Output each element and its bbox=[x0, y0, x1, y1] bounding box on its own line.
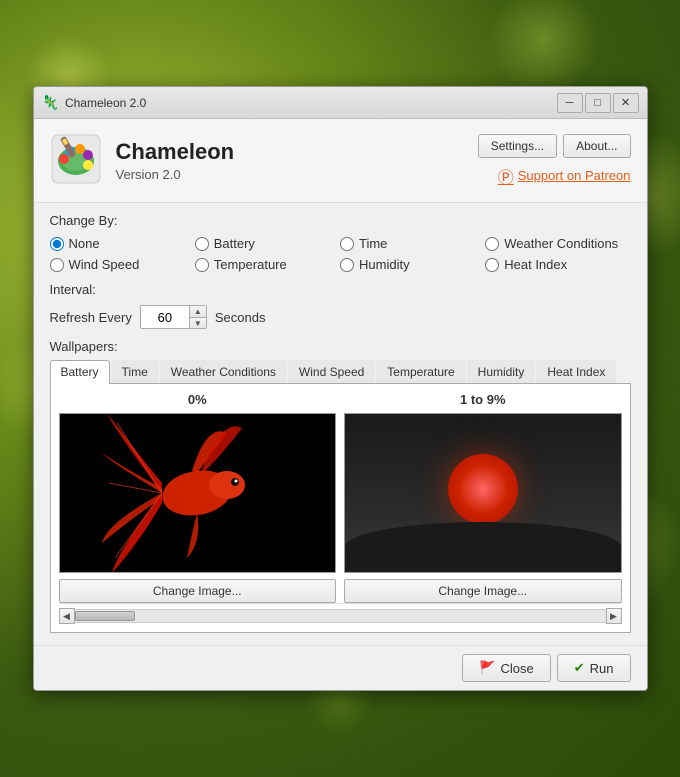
refresh-label: Refresh Every bbox=[50, 310, 132, 325]
run-button[interactable]: ✔ Run bbox=[557, 654, 631, 682]
app-version: Version 2.0 bbox=[116, 167, 464, 182]
title-bar: 🦎 Chameleon 2.0 ─ □ ✕ bbox=[34, 87, 647, 119]
radio-heat[interactable]: Heat Index bbox=[485, 257, 630, 272]
close-label: Close bbox=[500, 661, 533, 676]
tab-heat[interactable]: Heat Index bbox=[536, 360, 616, 383]
tab-weather[interactable]: Weather Conditions bbox=[160, 360, 287, 383]
horizon-hill bbox=[345, 522, 621, 572]
footer: 🚩 Close ✔ Run bbox=[34, 645, 647, 690]
tab-wind[interactable]: Wind Speed bbox=[288, 360, 375, 383]
titlebar-icon: 🦎 bbox=[42, 94, 59, 111]
wallpaper-tabs: Battery Time Weather Conditions Wind Spe… bbox=[50, 360, 631, 384]
radio-temperature-input[interactable] bbox=[195, 258, 209, 272]
wallpaper-grid: 0% bbox=[59, 392, 622, 603]
scroll-track[interactable] bbox=[75, 609, 606, 623]
close-window-button[interactable]: ✕ bbox=[613, 93, 639, 113]
radio-battery[interactable]: Battery bbox=[195, 236, 340, 251]
header-buttons: Settings... About... Ⓟ Support on Patreo… bbox=[478, 134, 631, 188]
radio-wind[interactable]: Wind Speed bbox=[50, 257, 195, 272]
radio-weather-label: Weather Conditions bbox=[504, 236, 618, 251]
radio-none[interactable]: None bbox=[50, 236, 195, 251]
wallpaper-image-0[interactable] bbox=[59, 413, 337, 573]
spinner-buttons: ▲ ▼ bbox=[189, 306, 206, 328]
betta-image bbox=[60, 414, 336, 572]
wallpapers-section: Wallpapers: Battery Time Weather Conditi… bbox=[50, 339, 631, 633]
change-image-button-0[interactable]: Change Image... bbox=[59, 579, 337, 603]
radio-heat-input[interactable] bbox=[485, 258, 499, 272]
patreon-icon: Ⓟ bbox=[498, 164, 514, 188]
spinner-up-button[interactable]: ▲ bbox=[190, 306, 206, 317]
refresh-spinner: 60 ▲ ▼ bbox=[140, 305, 207, 329]
refresh-value-input[interactable]: 60 bbox=[141, 306, 189, 328]
radio-temperature[interactable]: Temperature bbox=[195, 257, 340, 272]
seconds-label: Seconds bbox=[215, 310, 266, 325]
scrollbar-row: ◀ ▶ bbox=[59, 603, 622, 624]
radio-temperature-label: Temperature bbox=[214, 257, 287, 272]
tab-humidity[interactable]: Humidity bbox=[467, 360, 536, 383]
app-name: Chameleon bbox=[116, 139, 464, 165]
tab-temperature[interactable]: Temperature bbox=[376, 360, 465, 383]
radio-none-input[interactable] bbox=[50, 237, 64, 251]
scroll-thumb[interactable] bbox=[75, 611, 135, 621]
radio-weather[interactable]: Weather Conditions bbox=[485, 236, 630, 251]
interval-label: Interval: bbox=[50, 282, 631, 297]
scroll-left-button[interactable]: ◀ bbox=[59, 608, 75, 624]
main-window: 🦎 Chameleon 2.0 ─ □ ✕ bbox=[33, 86, 648, 691]
app-info: Chameleon Version 2.0 bbox=[116, 139, 464, 182]
patreon-link[interactable]: Ⓟ Support on Patreon bbox=[498, 164, 631, 188]
radio-heat-label: Heat Index bbox=[504, 257, 567, 272]
radio-weather-input[interactable] bbox=[485, 237, 499, 251]
radio-humidity-input[interactable] bbox=[340, 258, 354, 272]
title-bar-title: Chameleon 2.0 bbox=[65, 96, 557, 110]
sun-circle bbox=[448, 454, 518, 524]
minimize-button[interactable]: ─ bbox=[557, 93, 583, 113]
wallpapers-label: Wallpapers: bbox=[50, 339, 631, 354]
patreon-text[interactable]: Support on Patreon bbox=[518, 168, 631, 183]
radio-humidity-label: Humidity bbox=[359, 257, 410, 272]
radio-battery-input[interactable] bbox=[195, 237, 209, 251]
radio-battery-label: Battery bbox=[214, 236, 255, 251]
radio-wind-input[interactable] bbox=[50, 258, 64, 272]
about-button[interactable]: About... bbox=[563, 134, 630, 158]
tab-time[interactable]: Time bbox=[111, 360, 159, 383]
close-icon: 🚩 bbox=[479, 660, 495, 676]
app-logo bbox=[50, 133, 102, 188]
app-header: Chameleon Version 2.0 Settings... About.… bbox=[34, 119, 647, 203]
radio-time[interactable]: Time bbox=[340, 236, 485, 251]
interval-row: Refresh Every 60 ▲ ▼ Seconds bbox=[50, 305, 631, 329]
radio-time-input[interactable] bbox=[340, 237, 354, 251]
wallpaper-title-1: 1 to 9% bbox=[460, 392, 506, 407]
sun-image bbox=[345, 414, 621, 572]
radio-time-label: Time bbox=[359, 236, 387, 251]
spinner-down-button[interactable]: ▼ bbox=[190, 317, 206, 328]
main-content: Change By: None Battery Time Weather Con… bbox=[34, 203, 647, 645]
run-label: Run bbox=[590, 661, 614, 676]
radio-none-label: None bbox=[69, 236, 100, 251]
wallpaper-card-0: 0% bbox=[59, 392, 337, 603]
title-bar-controls: ─ □ ✕ bbox=[557, 93, 639, 113]
interval-section: Interval: Refresh Every 60 ▲ ▼ Seconds bbox=[50, 282, 631, 329]
settings-button[interactable]: Settings... bbox=[478, 134, 557, 158]
wallpaper-title-0: 0% bbox=[188, 392, 207, 407]
header-btn-row: Settings... About... bbox=[478, 134, 631, 158]
change-by-label: Change By: bbox=[50, 213, 631, 228]
scroll-right-button[interactable]: ▶ bbox=[606, 608, 622, 624]
radio-wind-label: Wind Speed bbox=[69, 257, 140, 272]
radio-humidity[interactable]: Humidity bbox=[340, 257, 485, 272]
change-image-button-1[interactable]: Change Image... bbox=[344, 579, 622, 603]
run-icon: ✔ bbox=[574, 660, 585, 676]
change-by-options: None Battery Time Weather Conditions Win… bbox=[50, 236, 631, 272]
tab-battery[interactable]: Battery bbox=[50, 360, 110, 384]
close-button[interactable]: 🚩 Close bbox=[462, 654, 550, 682]
wallpaper-card-1: 1 to 9% Change Image... bbox=[344, 392, 622, 603]
wallpaper-content: 0% bbox=[50, 384, 631, 633]
maximize-button[interactable]: □ bbox=[585, 93, 611, 113]
wallpaper-image-1[interactable] bbox=[344, 413, 622, 573]
